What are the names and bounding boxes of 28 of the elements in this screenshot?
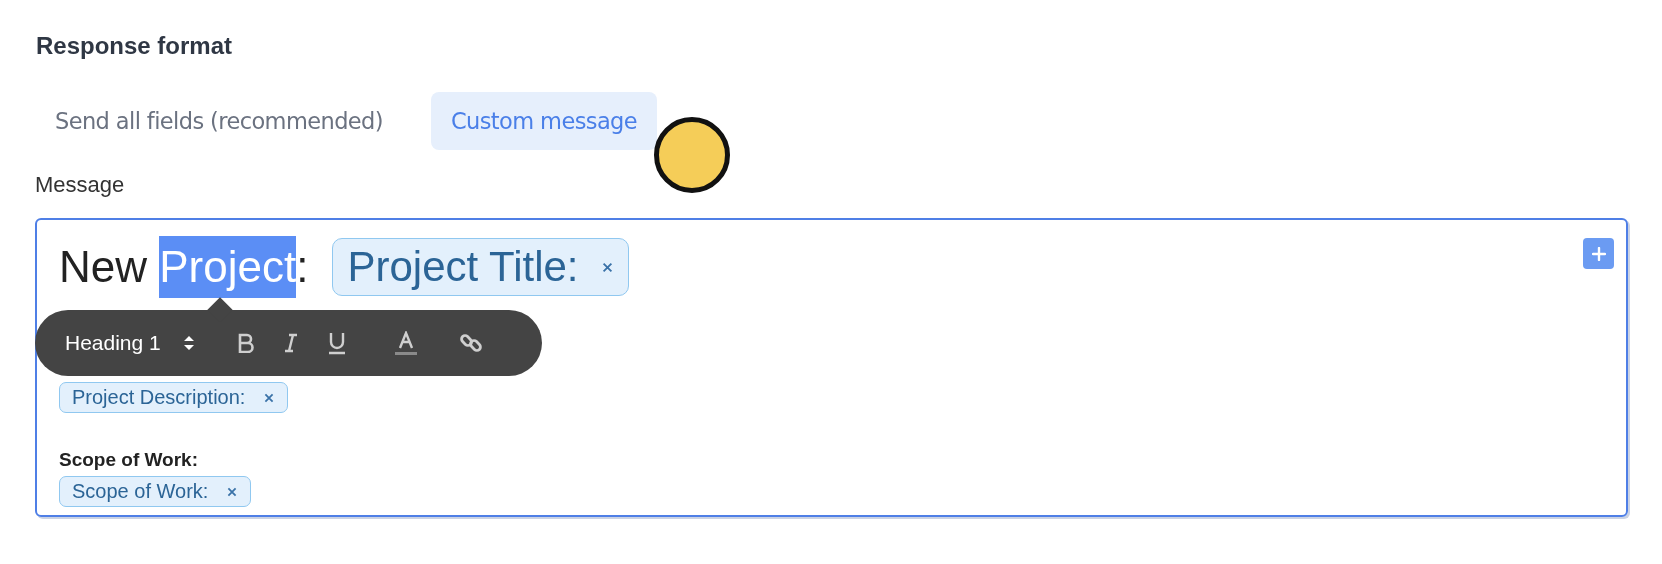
heading-text: Project: [159, 236, 297, 298]
field-chip[interactable]: Project Description:: [59, 382, 289, 413]
text-color-icon: [394, 331, 417, 355]
field-chip[interactable]: Scope of Work:: [59, 476, 252, 507]
tab[interactable]: Custom message: [430, 92, 657, 150]
block-title: Scope of Work:: [59, 449, 199, 471]
link-button[interactable]: [458, 331, 483, 355]
close-icon[interactable]: [600, 260, 614, 274]
heading-text: New: [59, 241, 149, 293]
close-icon[interactable]: [263, 391, 276, 404]
underline-icon: [326, 331, 347, 355]
heading-text: :: [296, 241, 309, 293]
field-chip[interactable]: Project Title:: [332, 238, 629, 296]
close-icon[interactable]: [226, 485, 239, 498]
link-icon: [458, 331, 483, 355]
block-style-select[interactable]: Heading 1: [65, 331, 195, 355]
sort-icon: [182, 334, 195, 352]
italic-button[interactable]: [282, 333, 299, 353]
plus-icon: [1591, 246, 1606, 261]
underline-button[interactable]: [326, 331, 347, 355]
tab[interactable]: Send all fields (recommended): [35, 92, 403, 150]
bold-button[interactable]: [236, 333, 255, 353]
section-title: Response format: [36, 32, 234, 60]
italic-icon: [282, 333, 299, 353]
bold-icon: [236, 333, 255, 353]
add-button[interactable]: [1583, 238, 1614, 269]
field-label: Message: [35, 172, 126, 198]
text-color-button[interactable]: [394, 331, 417, 355]
